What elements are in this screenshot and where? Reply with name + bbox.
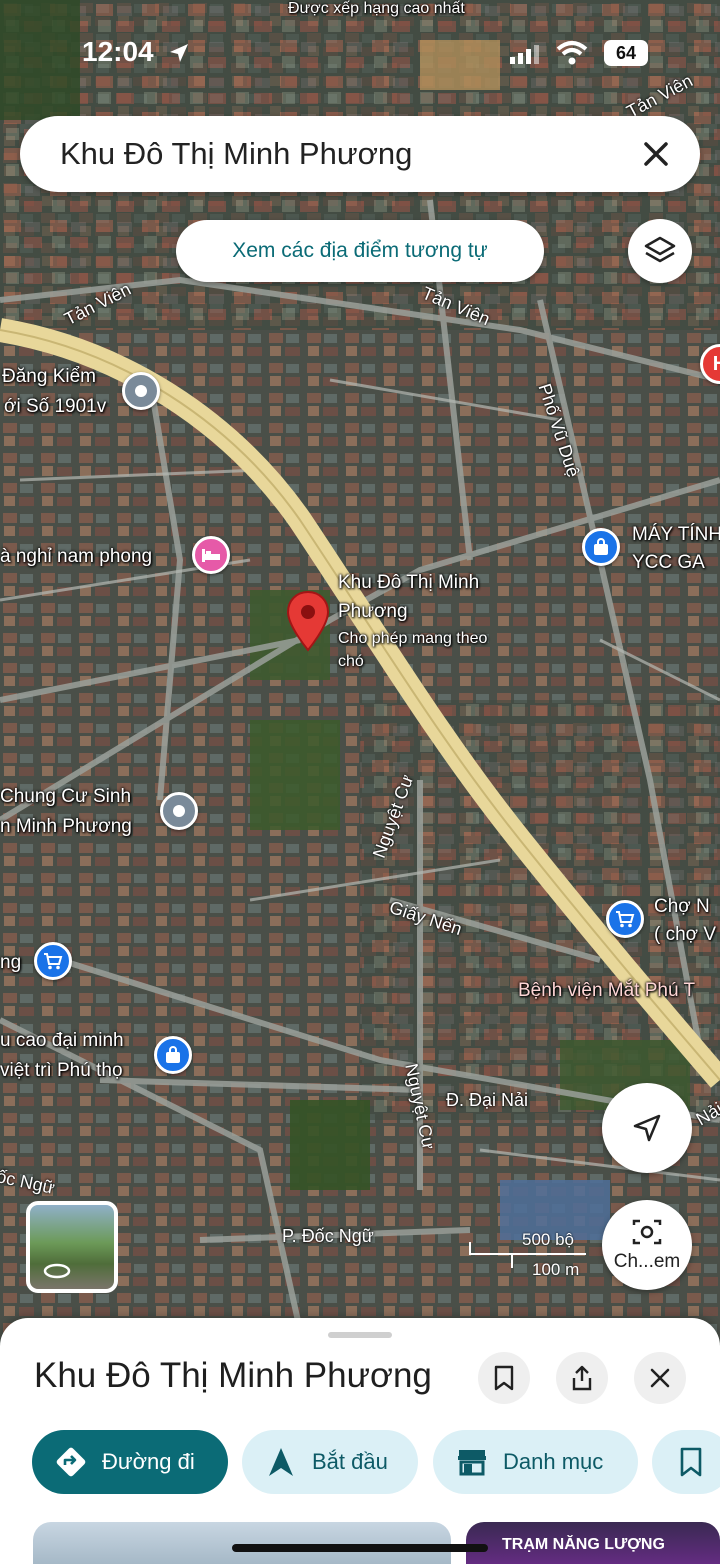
save-chip-button[interactable] [652, 1430, 720, 1494]
my-location-button[interactable] [602, 1083, 692, 1173]
map-scale: 500 bộ 100 m [468, 1230, 598, 1280]
bookmark-icon [674, 1445, 708, 1479]
shopping-bag-icon [594, 538, 608, 555]
shopping-cart-pin[interactable] [606, 900, 644, 938]
wifi-icon [556, 41, 588, 65]
camera-search-button[interactable]: Ch...em [602, 1200, 692, 1290]
status-bar: 12:04 64 [0, 30, 720, 80]
selected-location-pin-icon[interactable] [286, 590, 330, 652]
directions-label: Đường đi [102, 1449, 195, 1474]
poi-label: việt trì Phú thọ [0, 1060, 123, 1081]
poi-label: MÁY TÍNH [632, 524, 720, 545]
poi-label: Đăng Kiểm [2, 366, 96, 387]
share-button[interactable] [556, 1352, 608, 1404]
scale-meters: 100 m [532, 1260, 580, 1279]
bookmark-icon [494, 1365, 514, 1391]
place-details-sheet[interactable]: Khu Đô Thị Minh Phương Đường đi Bắt đầu [0, 1318, 720, 1564]
camera-lens-icon [632, 1219, 662, 1245]
rotate-360-icon [43, 1263, 71, 1279]
poi-label: n Minh Phương [0, 816, 132, 837]
start-label: Bắt đầu [312, 1449, 388, 1474]
similar-places-button[interactable]: Xem các địa điểm tương tự [176, 220, 544, 282]
directions-icon [54, 1445, 88, 1479]
shopping-pin[interactable] [154, 1036, 192, 1074]
selected-place-note-2: chó [338, 653, 364, 670]
poi-label: YCC GA [632, 552, 705, 573]
search-box[interactable]: Khu Đô Thị Minh Phương [20, 116, 700, 192]
poi-label: u cao đại minh [0, 1030, 124, 1051]
shopping-cart-icon [616, 911, 635, 928]
place-pin[interactable] [122, 372, 160, 410]
navigation-arrow-icon [264, 1445, 298, 1479]
start-navigation-button[interactable]: Bắt đầu [242, 1430, 418, 1494]
hotel-pin[interactable] [192, 536, 230, 574]
shopping-pin[interactable] [582, 528, 620, 566]
camera-search-label: Ch...em [613, 1251, 681, 1272]
poi-label: ới Số 1901v [4, 396, 107, 417]
navigation-arrow-icon [633, 1114, 661, 1142]
category-button[interactable]: Danh mục [433, 1430, 638, 1494]
store-icon [455, 1445, 489, 1479]
shopping-cart-icon [44, 953, 63, 970]
map-view[interactable]: 12:04 64 Được xếp hạng cao nhất Tản Viên… [0, 0, 720, 1340]
poi-label: ng [0, 952, 22, 973]
hospital-badge-label: H [712, 352, 720, 375]
poi-label: Bệnh viện Mắt Phú T [518, 980, 696, 1001]
layers-button[interactable] [628, 219, 692, 283]
street-label: Đ. Đại Nải [446, 1090, 529, 1110]
directions-button[interactable]: Đường đi [32, 1430, 228, 1494]
category-label: Danh mục [503, 1449, 604, 1474]
sheet-drag-handle[interactable] [328, 1332, 392, 1338]
selected-place-note: Cho phép mang theo [338, 630, 488, 647]
layers-icon [644, 236, 676, 263]
shopping-cart-pin[interactable] [34, 942, 72, 980]
place-photo[interactable] [33, 1522, 451, 1564]
search-query[interactable]: Khu Đô Thị Minh Phương [60, 136, 412, 172]
bed-icon [202, 549, 220, 562]
place-photo-promo[interactable]: TRẠM NĂNG LƯỢNG [466, 1522, 720, 1564]
close-button[interactable] [634, 1352, 686, 1404]
selected-place-title: Khu Đô Thị Minh [338, 572, 480, 593]
top-rated-label: Được xếp hạng cao nhất [288, 0, 465, 17]
status-time: 12:04 [82, 36, 154, 67]
signal-icon [510, 45, 539, 64]
street-label: P. Đốc Ngữ [282, 1226, 374, 1246]
location-arrow-icon [170, 44, 188, 62]
scale-feet: 500 bộ [522, 1230, 574, 1249]
street-view-thumbnail[interactable] [26, 1201, 118, 1293]
selected-place-title-2: Phương [338, 601, 408, 622]
poi-label: Chợ N [654, 896, 710, 917]
poi-label: ( chợ V [654, 924, 717, 945]
place-pin[interactable] [160, 792, 198, 830]
share-icon [572, 1365, 592, 1391]
poi-label: à nghỉ nam phong [0, 546, 153, 567]
promo-text: TRẠM NĂNG LƯỢNG [502, 1536, 665, 1553]
battery-indicator: 64 [604, 40, 648, 66]
clear-search-icon[interactable] [636, 134, 676, 174]
home-indicator[interactable] [232, 1544, 488, 1552]
save-button[interactable] [478, 1352, 530, 1404]
place-title: Khu Đô Thị Minh Phương [34, 1356, 432, 1395]
poi-label: Chung Cư Sinh [0, 786, 132, 807]
shopping-bag-icon [166, 1046, 180, 1063]
close-icon [650, 1368, 670, 1388]
